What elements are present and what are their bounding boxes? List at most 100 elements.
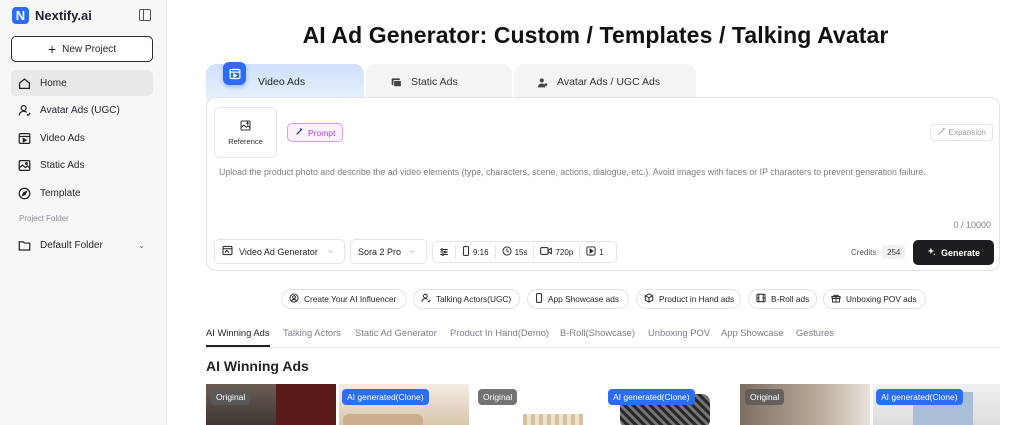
camera-icon bbox=[540, 246, 553, 258]
sidebar-item-avatar-ads[interactable]: Avatar Ads (UGC) bbox=[11, 97, 153, 123]
tab-unboxing-pov[interactable]: Unboxing POV bbox=[648, 327, 710, 338]
gallery-original-1[interactable]: Original bbox=[206, 384, 336, 425]
generation-options[interactable]: 9:16 15s 720p 1 bbox=[432, 241, 617, 263]
gallery-ai-3[interactable]: AI generated(Clone) bbox=[873, 384, 1000, 425]
prompt-label: Prompt bbox=[308, 127, 336, 138]
person-circle-icon bbox=[289, 293, 299, 305]
sidebar: N Nextify.ai + New Project Home Avatar A… bbox=[0, 0, 167, 425]
original-badge: Original bbox=[478, 389, 518, 405]
model-select[interactable]: Sora 2 Pro ⌵ bbox=[350, 239, 427, 264]
chevron-down-icon[interactable]: ⌄ bbox=[138, 241, 145, 250]
tab-static-ads[interactable]: Static Ads bbox=[366, 64, 512, 100]
sidebar-item-label: Home bbox=[40, 77, 67, 89]
count-value: 1 bbox=[599, 247, 604, 257]
sidebar-item-video-ads[interactable]: Video Ads bbox=[11, 125, 153, 151]
quick-label: Talking Actors(UGC) bbox=[436, 294, 512, 304]
gallery-original-2[interactable]: Original bbox=[473, 384, 603, 425]
phone-icon bbox=[535, 293, 543, 305]
sidebar-item-label: Video Ads bbox=[40, 132, 85, 144]
project-folder-caption: Project Folder bbox=[19, 214, 69, 223]
ai-generated-badge: AI generated(Clone) bbox=[608, 389, 695, 405]
sidebar-item-home[interactable]: Home bbox=[11, 70, 153, 96]
compass-icon bbox=[18, 187, 31, 200]
generator-icon bbox=[222, 245, 233, 258]
expansion-button[interactable]: Expansion bbox=[929, 124, 993, 141]
tab-app-showcase[interactable]: App Showcase bbox=[721, 327, 784, 338]
resolution-value: 720p bbox=[555, 247, 574, 257]
person-icon bbox=[421, 293, 431, 305]
quick-label: Create Your AI Influencer bbox=[304, 294, 397, 304]
expansion-label: Expansion bbox=[948, 128, 986, 137]
video-icon bbox=[18, 132, 31, 145]
mode-tabs: Video Ads Static Ads Avatar Ads / UGC Ad… bbox=[206, 62, 1000, 100]
quick-unboxing-pov[interactable]: Unboxing POV ads bbox=[823, 289, 926, 309]
phone-icon bbox=[462, 246, 470, 258]
image-icon bbox=[390, 76, 403, 89]
quick-app-showcase[interactable]: App Showcase ads bbox=[527, 289, 629, 309]
page-title: AI Ad Generator: Custom / Templates / Ta… bbox=[302, 22, 889, 48]
tab-b-roll[interactable]: B-Roll(Showcase) bbox=[560, 327, 635, 338]
magic-wand-icon bbox=[295, 127, 304, 138]
duration-option[interactable]: 15s bbox=[496, 242, 534, 262]
generator-select[interactable]: Video Ad Generator ⌵ bbox=[214, 239, 345, 264]
quick-talking-actors[interactable]: Talking Actors(UGC) bbox=[413, 289, 520, 309]
prompt-textarea[interactable]: Upload the product photo and describe th… bbox=[219, 167, 989, 177]
tab-ai-winning-ads[interactable]: AI Winning Ads bbox=[206, 327, 270, 338]
quick-product-in-hand[interactable]: Product in Hand ads bbox=[636, 289, 741, 309]
tab-gestures[interactable]: Gestures bbox=[796, 327, 834, 338]
thumb-image bbox=[523, 414, 583, 425]
thumb-image bbox=[343, 414, 423, 425]
video-ads-icon bbox=[223, 62, 246, 85]
chevron-down-icon: ⌵ bbox=[327, 247, 334, 255]
ai-generated-badge: AI generated(Clone) bbox=[342, 389, 429, 405]
tab-avatar-ads[interactable]: Avatar Ads / UGC Ads bbox=[514, 64, 696, 100]
quick-b-roll[interactable]: B-Roll ads bbox=[748, 289, 817, 309]
sidebar-item-label: Default Folder bbox=[40, 239, 103, 251]
new-project-button[interactable]: + New Project bbox=[11, 36, 153, 62]
plus-icon: + bbox=[47, 41, 57, 57]
home-icon bbox=[18, 77, 31, 90]
tab-static-ad-generator[interactable]: Static Ad Generator bbox=[355, 327, 437, 338]
generate-button[interactable]: Generate bbox=[913, 240, 994, 265]
upload-image-icon bbox=[240, 120, 251, 133]
credits-label: Credits bbox=[851, 248, 877, 257]
model-select-value: Sora 2 Pro bbox=[358, 246, 402, 257]
thumb-image bbox=[276, 384, 336, 425]
reference-upload[interactable]: Reference bbox=[214, 107, 277, 158]
gallery-original-3[interactable]: Original bbox=[740, 384, 870, 425]
chevron-down-icon: ⌵ bbox=[409, 247, 415, 255]
prompt-composer: Reference Prompt Expansion Upload the pr… bbox=[206, 97, 1000, 271]
reference-label: Reference bbox=[228, 136, 263, 146]
tab-product-in-hand[interactable]: Product In Hand(Demo) bbox=[450, 327, 549, 338]
clock-icon bbox=[502, 246, 512, 258]
prompt-chip[interactable]: Prompt bbox=[287, 123, 344, 142]
sidebar-item-default-folder[interactable]: Default Folder ⌄ bbox=[11, 232, 153, 258]
gallery-ai-1[interactable]: AI generated(Clone) bbox=[339, 384, 469, 425]
new-project-label: New Project bbox=[62, 43, 117, 55]
sidebar-item-template[interactable]: Template bbox=[11, 180, 153, 206]
avatar-icon bbox=[536, 76, 549, 89]
logo-icon: N bbox=[12, 6, 29, 24]
brand[interactable]: N Nextify.ai bbox=[12, 6, 92, 24]
quick-label: B-Roll ads bbox=[771, 294, 810, 304]
credits-value: 254 bbox=[882, 245, 906, 259]
sidebar-collapse-icon[interactable] bbox=[139, 9, 151, 21]
tab-talking-actors[interactable]: Talking Actors bbox=[283, 327, 341, 338]
aspect-ratio-option[interactable]: 9:16 bbox=[456, 242, 495, 262]
sidebar-item-static-ads[interactable]: Static Ads bbox=[11, 152, 153, 178]
resolution-option[interactable]: 720p bbox=[534, 242, 579, 262]
image-icon bbox=[18, 159, 31, 172]
sidebar-item-label: Static Ads bbox=[40, 159, 85, 171]
quick-create-influencer[interactable]: Create Your AI Influencer bbox=[281, 289, 407, 309]
play-square-icon bbox=[586, 246, 596, 258]
section-title: AI Winning Ads bbox=[206, 358, 309, 374]
tab-label: Static Ads bbox=[411, 76, 458, 88]
settings-sliders-icon[interactable] bbox=[433, 242, 455, 262]
folder-icon bbox=[18, 239, 31, 252]
tab-video-ads[interactable]: Video Ads bbox=[206, 62, 364, 100]
box-icon bbox=[644, 293, 654, 305]
gallery-ai-2[interactable]: AI generated(Clone) bbox=[606, 384, 736, 425]
char-counter: 0 / 10000 bbox=[953, 220, 991, 230]
sparkle-icon bbox=[927, 247, 936, 258]
count-option[interactable]: 1 bbox=[580, 242, 609, 262]
